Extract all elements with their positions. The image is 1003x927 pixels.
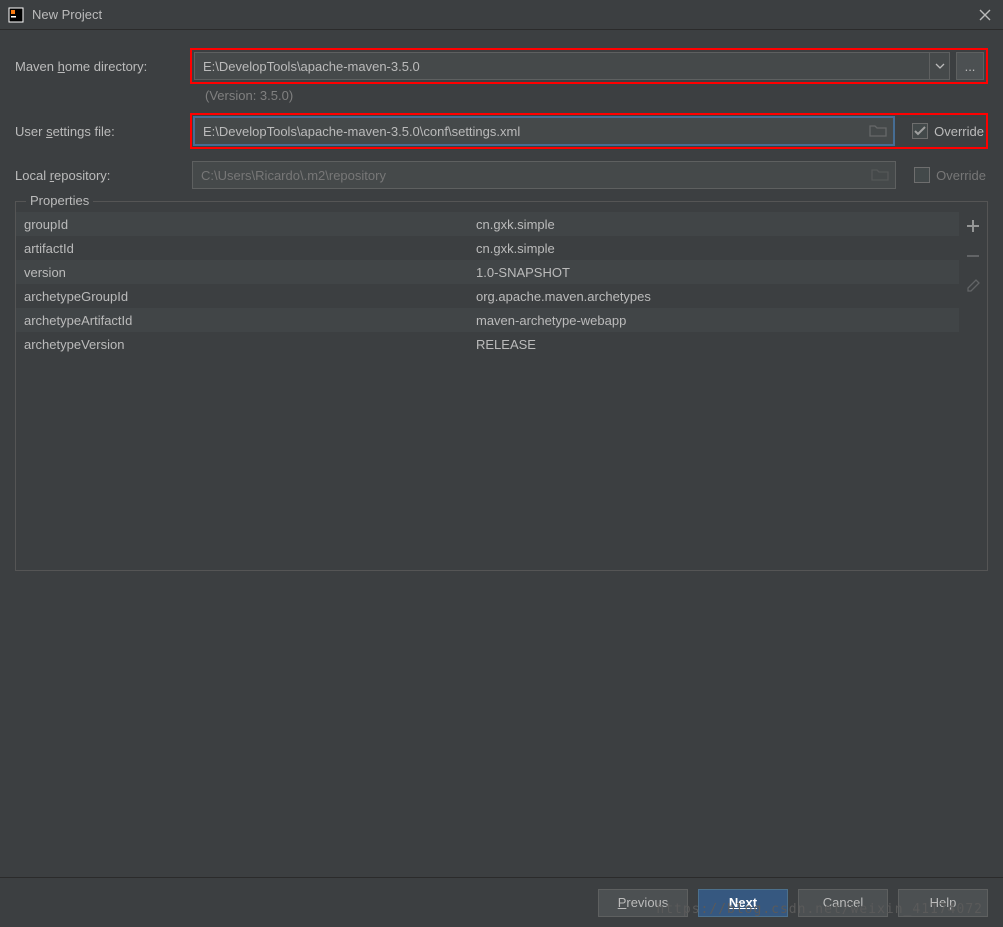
table-row[interactable]: version1.0-SNAPSHOT [16,260,959,284]
maven-version-text: (Version: 3.5.0) [205,88,988,103]
maven-home-combo[interactable]: E:\DevelopTools\apache-maven-3.5.0 [194,52,950,80]
browse-maven-home-button[interactable]: ... [956,52,984,80]
checkbox-icon[interactable] [914,167,930,183]
local-repo-value: C:\Users\Ricardo\.m2\repository [201,168,871,183]
content: Maven home directory: E:\DevelopTools\ap… [0,30,1003,571]
prop-val: org.apache.maven.archetypes [476,289,959,304]
folder-icon [871,168,889,182]
properties-table[interactable]: groupIdcn.gxk.simpleartifactIdcn.gxk.sim… [16,212,959,570]
prop-key: archetypeVersion [16,337,476,352]
prop-key: archetypeArtifactId [16,313,476,328]
folder-icon[interactable] [869,124,887,138]
remove-icon[interactable] [965,248,981,264]
previous-button[interactable]: Previous [598,889,688,917]
cancel-button[interactable]: Cancel [798,889,888,917]
local-repo-label: Local repository: [15,168,190,183]
user-settings-value: E:\DevelopTools\apache-maven-3.5.0\conf\… [203,124,869,139]
user-settings-label: User settings file: [15,124,190,139]
checkbox-checked-icon[interactable] [912,123,928,139]
user-settings-highlight: E:\DevelopTools\apache-maven-3.5.0\conf\… [190,113,988,149]
window-title: New Project [32,7,975,22]
prop-key: groupId [16,217,476,232]
next-button[interactable]: Next [698,889,788,917]
table-row[interactable]: archetypeVersionRELEASE [16,332,959,356]
user-settings-override[interactable]: Override [912,123,984,139]
maven-home-highlight: E:\DevelopTools\apache-maven-3.5.0 ... [190,48,988,84]
user-settings-input[interactable]: E:\DevelopTools\apache-maven-3.5.0\conf\… [194,117,894,145]
help-button[interactable]: Help [898,889,988,917]
prop-val: RELEASE [476,337,959,352]
table-row[interactable]: artifactIdcn.gxk.simple [16,236,959,260]
prop-val: 1.0-SNAPSHOT [476,265,959,280]
user-settings-row: User settings file: E:\DevelopTools\apac… [15,113,988,149]
override-label: Override [936,168,986,183]
add-icon[interactable] [965,218,981,234]
table-row[interactable]: archetypeGroupIdorg.apache.maven.archety… [16,284,959,308]
app-icon [8,7,24,23]
close-button[interactable] [975,5,995,25]
chevron-down-icon[interactable] [929,53,949,79]
prop-key: version [16,265,476,280]
prop-key: archetypeGroupId [16,289,476,304]
maven-home-label: Maven home directory: [15,59,190,74]
maven-home-row: Maven home directory: E:\DevelopTools\ap… [15,48,988,84]
local-repo-wrap: C:\Users\Ricardo\.m2\repository Override [190,159,988,191]
titlebar: New Project [0,0,1003,30]
table-row[interactable]: archetypeArtifactIdmaven-archetype-webap… [16,308,959,332]
prop-key: artifactId [16,241,476,256]
maven-home-value: E:\DevelopTools\apache-maven-3.5.0 [203,59,929,74]
local-repo-input: C:\Users\Ricardo\.m2\repository [192,161,896,189]
edit-icon[interactable] [965,278,981,294]
properties-panel: Properties groupIdcn.gxk.simpleartifactI… [15,201,988,571]
local-repo-row: Local repository: C:\Users\Ricardo\.m2\r… [15,159,988,191]
prop-val: cn.gxk.simple [476,217,959,232]
prop-val: cn.gxk.simple [476,241,959,256]
prop-val: maven-archetype-webapp [476,313,959,328]
footer: Previous Next Cancel Help [0,877,1003,927]
table-row[interactable]: groupIdcn.gxk.simple [16,212,959,236]
properties-legend: Properties [26,193,93,208]
properties-toolbar [959,212,987,570]
override-label: Override [934,124,984,139]
local-repo-override[interactable]: Override [914,167,986,183]
